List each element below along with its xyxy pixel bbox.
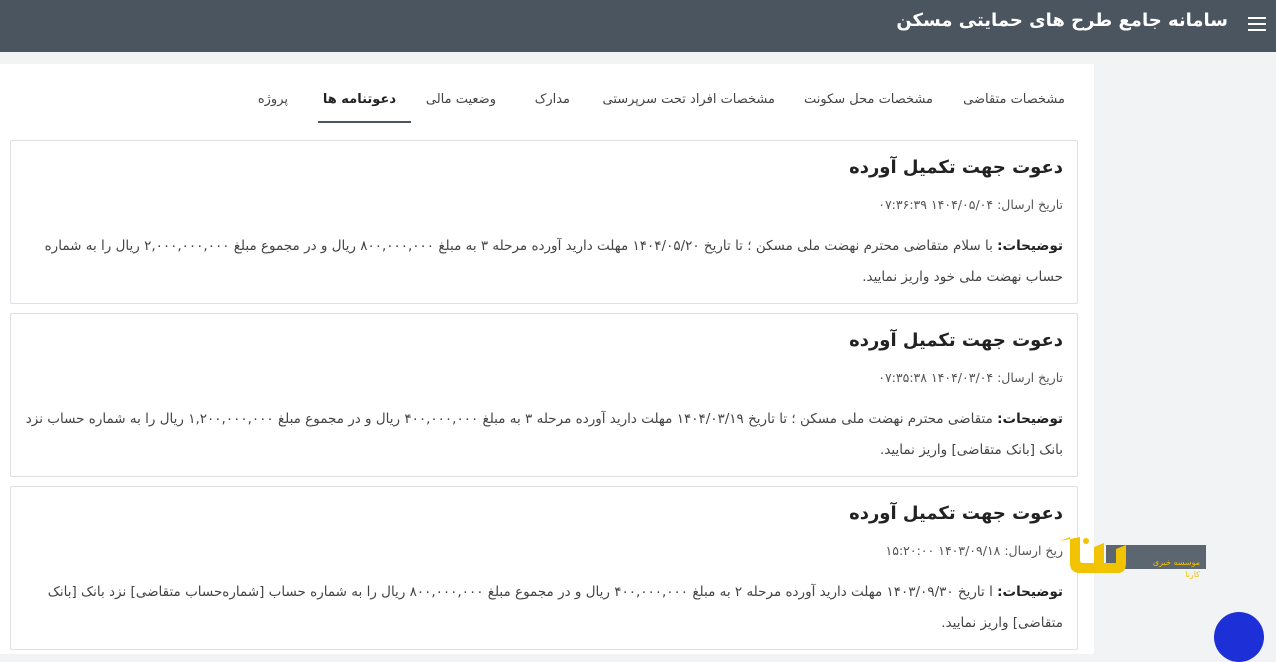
description-text: ا تاریخ ۱۴۰۳/۰۹/۳۰ مهلت دارید آورده مرحل… xyxy=(47,584,1063,631)
card-description: توضیحات: ا تاریخ ۱۴۰۳/۰۹/۳۰ مهلت دارید آ… xyxy=(25,577,1063,639)
tab-financial-status[interactable]: وضعیت مالی xyxy=(426,92,496,107)
description-label: توضیحات: xyxy=(997,238,1063,254)
menu-icon[interactable] xyxy=(1248,13,1266,31)
tab-invitations[interactable]: دعوتنامه ها xyxy=(323,92,396,107)
card-send-date: تاریخ ارسال: ۱۴۰۴/۰۵/۰۴ ۰۷:۳۶:۳۹ xyxy=(878,197,1063,212)
tab-project[interactable]: پروژه xyxy=(258,92,288,107)
description-label: توضیحات: xyxy=(997,584,1063,600)
news-agency-watermark: موسسه خبری کارنا xyxy=(1056,531,1206,579)
description-label: توضیحات: xyxy=(997,411,1063,427)
tab-applicant-info[interactable]: مشخصات متقاضی xyxy=(963,92,1065,107)
card-send-date: ریخ ارسال: ۱۴۰۳/۰۹/۱۸ ۱۵:۲۰:۰۰ xyxy=(885,543,1063,558)
invitation-card: دعوت جهت تکمیل آورده تاریخ ارسال: ۱۴۰۴/۰… xyxy=(10,313,1078,477)
watermark-line2: کارنا xyxy=(1185,570,1200,579)
tab-residence-info[interactable]: مشخصات محل سکونت xyxy=(804,92,933,107)
active-tab-indicator xyxy=(318,121,411,123)
invitation-card: دعوت جهت تکمیل آورده ریخ ارسال: ۱۴۰۳/۰۹/… xyxy=(10,486,1078,650)
app-title: سامانه جامع طرح های حمایتی مسکن xyxy=(896,10,1228,31)
card-description: توضیحات: متقاضی محترم نهضت ملی مسکن ؛ تا… xyxy=(25,404,1063,466)
tab-bar: مشخصات متقاضی مشخصات محل سکونت مشخصات اف… xyxy=(0,64,1094,124)
card-description: توضیحات: با سلام متقاضی محترم نهضت ملی م… xyxy=(25,231,1063,293)
top-header-bar: سامانه جامع طرح های حمایتی مسکن xyxy=(0,0,1276,52)
floating-action-button[interactable] xyxy=(1214,612,1264,662)
invitation-card: دعوت جهت تکمیل آورده تاریخ ارسال: ۱۴۰۴/۰… xyxy=(10,140,1078,304)
tab-dependents-info[interactable]: مشخصات افراد تحت سرپرستی xyxy=(602,92,775,107)
card-title: دعوت جهت تکمیل آورده xyxy=(849,503,1063,524)
tab-documents[interactable]: مدارک xyxy=(535,92,570,107)
description-text: متقاضی محترم نهضت ملی مسکن ؛ تا تاریخ ۱۴… xyxy=(25,411,1063,458)
card-send-date: تاریخ ارسال: ۱۴۰۴/۰۳/۰۴ ۰۷:۳۵:۳۸ xyxy=(878,370,1063,385)
watermark-line1: موسسه خبری xyxy=(1152,558,1200,567)
karna-logo-icon xyxy=(1060,537,1126,573)
description-text: با سلام متقاضی محترم نهضت ملی مسکن ؛ تا … xyxy=(44,238,1063,285)
card-title: دعوت جهت تکمیل آورده xyxy=(849,330,1063,351)
card-title: دعوت جهت تکمیل آورده xyxy=(849,157,1063,178)
